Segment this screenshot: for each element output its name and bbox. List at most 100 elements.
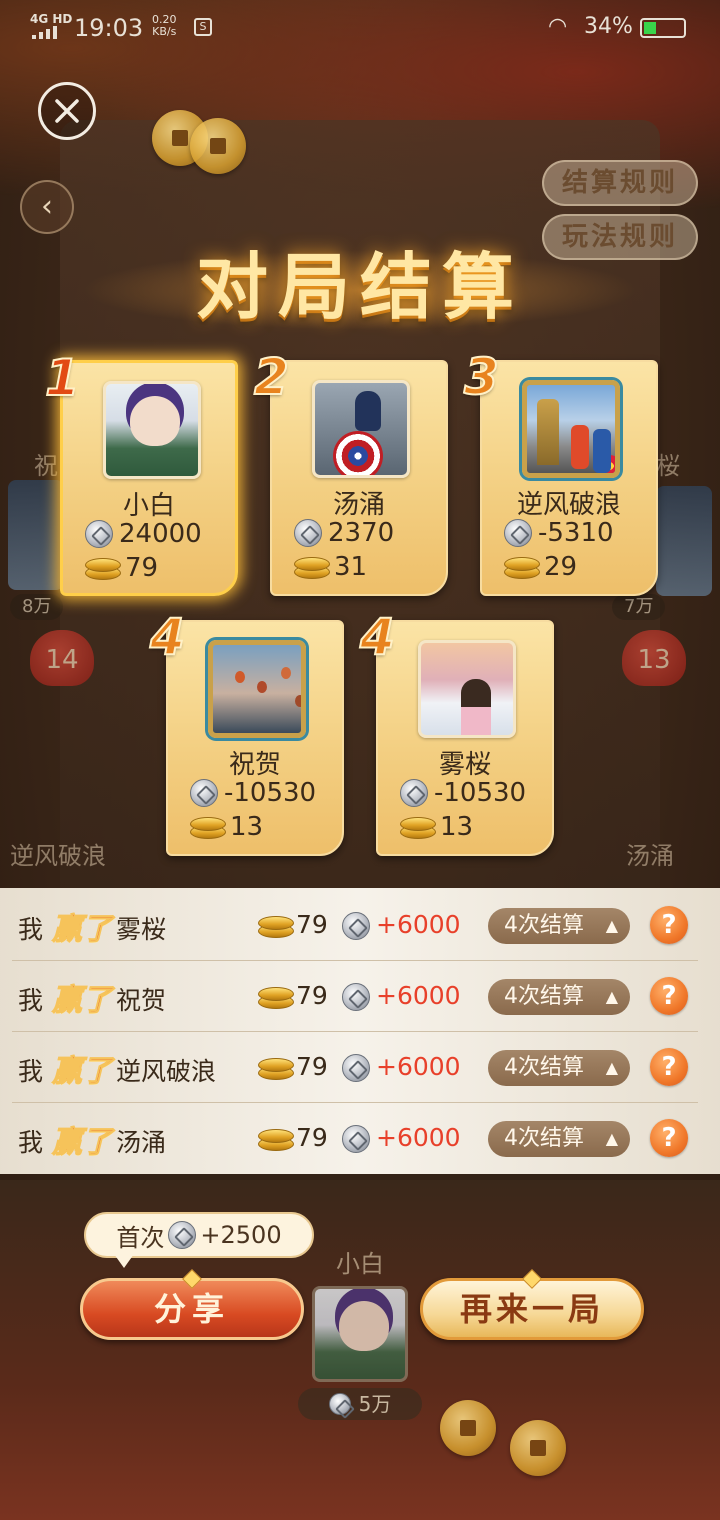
settlement-count-toggle[interactable]: 4次结算 ▲	[488, 1050, 630, 1086]
win-label: 赢了	[52, 1125, 113, 1161]
seat-name-lower-right: 汤涌	[626, 842, 674, 870]
rank-badge: 1	[44, 348, 81, 408]
player-card-1[interactable]: 1 小白 24000 79	[44, 348, 238, 596]
rank-badge: 4	[359, 607, 396, 667]
triangle-up-icon: ▲	[605, 1058, 618, 1077]
status-bar: 4G HD 19:03 0.20 KB/s S ◠ 34%	[0, 0, 720, 56]
seat-name-right: 桜	[656, 452, 680, 480]
win-label: 赢了	[52, 912, 113, 948]
settlement-count-toggle[interactable]: 4次结算 ▲	[488, 1121, 630, 1157]
seat-bag-left: 14	[30, 630, 94, 686]
gold-ingot-icon	[258, 1056, 294, 1080]
avatar	[312, 380, 410, 478]
silver-coin-icon	[294, 519, 322, 547]
settlement-row: 我 赢了 逆风破浪 79 +6000 4次结算 ▲ ?	[0, 1032, 720, 1103]
wifi-icon: ◠	[548, 14, 568, 39]
silver-coin-icon	[190, 779, 218, 807]
close-button[interactable]	[38, 82, 96, 140]
gold-ingot-icon	[258, 985, 294, 1009]
rank-badge: 3	[463, 347, 500, 407]
avatar	[208, 640, 306, 738]
player-name: 雾桜	[438, 750, 491, 780]
chevron-left-icon: ‹	[41, 189, 53, 224]
avatar	[418, 640, 516, 738]
gold-amount: 79	[296, 1052, 328, 1081]
opponent-name: 雾桜	[116, 915, 167, 944]
rank-badge: 4	[149, 607, 186, 667]
decorative-coin-icon	[440, 1400, 496, 1456]
opponent-name: 汤涌	[116, 1128, 167, 1157]
gold-stat: 13	[190, 812, 263, 842]
decorative-coin-icon	[510, 1420, 566, 1476]
close-icon	[55, 99, 79, 123]
silver-stat: 2370	[294, 518, 394, 548]
help-icon[interactable]: ?	[650, 977, 688, 1015]
flower-icon	[599, 455, 615, 473]
gold-ingot-icon	[400, 815, 436, 839]
silver-coin-icon	[504, 519, 532, 547]
player-card-5[interactable]: 4 雾桜 -10530 13	[359, 607, 554, 856]
gold-ingot-icon	[258, 914, 294, 938]
silver-stat: -5310	[504, 518, 614, 548]
gold-stat: 79	[85, 553, 158, 583]
network-indicator: 4G HD	[30, 12, 73, 26]
gold-stat: 31	[294, 552, 367, 582]
triangle-up-icon: ▲	[605, 987, 618, 1006]
silver-stat: -10530	[190, 778, 316, 808]
gold-ingot-icon	[294, 555, 330, 579]
rank-badge: 2	[253, 347, 290, 407]
self-label: 我	[18, 1057, 44, 1086]
gold-stat: 13	[400, 812, 473, 842]
share-button[interactable]: 分享	[80, 1269, 304, 1340]
self-label: 我	[18, 915, 44, 944]
gold-ingot-icon	[85, 556, 121, 580]
back-button[interactable]: ‹	[20, 180, 74, 234]
player-card-4[interactable]: 4 祝贺 -10530 13	[149, 607, 344, 856]
help-icon[interactable]: ?	[650, 1048, 688, 1086]
silver-stat: 24000	[85, 519, 202, 549]
seat-chip-right: 7万	[612, 594, 666, 620]
battery-percent: 34%	[584, 14, 633, 39]
avatar	[103, 381, 201, 479]
clock: 19:03	[74, 14, 144, 42]
silver-coin-icon	[400, 779, 428, 807]
player-name: 汤涌	[332, 490, 385, 520]
decorative-coin-icon	[190, 118, 246, 174]
silver-amount: +6000	[376, 910, 461, 939]
self-label: 我	[18, 986, 44, 1015]
settlement-row: 我 赢了 汤涌 79 +6000 4次结算 ▲ ?	[0, 1103, 720, 1174]
gold-stat: 29	[504, 552, 577, 582]
settlement-count-toggle[interactable]: 4次结算 ▲	[488, 908, 630, 944]
silver-coin-icon	[328, 1393, 351, 1415]
opponent-name: 祝贺	[116, 986, 167, 1015]
first-share-reward-bubble: 首次 +2500	[84, 1212, 314, 1258]
silver-coin-icon	[342, 1125, 370, 1153]
silver-amount: +6000	[376, 1052, 461, 1081]
first-share-reward: +2500	[200, 1221, 282, 1249]
settle-rules-button[interactable]: 结算规则	[542, 160, 698, 206]
signal-icon	[32, 26, 57, 39]
notification-icon: S	[194, 18, 212, 36]
battery-icon	[640, 18, 686, 38]
silver-coin-icon	[342, 1054, 370, 1082]
help-icon[interactable]: ?	[650, 1119, 688, 1157]
silver-coin-icon	[168, 1221, 197, 1249]
self-avatar	[312, 1286, 408, 1382]
player-card-3[interactable]: 3 逆风破浪 -5310 29	[463, 347, 658, 596]
gold-amount: 79	[296, 1123, 328, 1152]
silver-stat: -10530	[400, 778, 526, 808]
triangle-up-icon: ▲	[605, 916, 618, 935]
gold-amount: 79	[296, 910, 328, 939]
silver-amount: +6000	[376, 981, 461, 1010]
help-icon[interactable]: ?	[650, 906, 688, 944]
gold-ingot-icon	[190, 815, 226, 839]
settlement-count-toggle[interactable]: 4次结算 ▲	[488, 979, 630, 1015]
bubble-tail	[114, 1254, 134, 1268]
play-again-button[interactable]: 再来一局	[420, 1269, 644, 1340]
player-card-2[interactable]: 2 汤涌 2370 31	[253, 347, 448, 596]
settlement-list: 我 赢了 雾桜 79 +6000 4次结算 ▲ ? 我 赢了 祝贺 79 +600…	[0, 888, 720, 1174]
seat-name-left: 祝	[34, 452, 58, 480]
triangle-up-icon: ▲	[605, 1129, 618, 1148]
seat-chip-left: 8万	[10, 594, 64, 620]
player-name: 小白	[122, 491, 175, 521]
